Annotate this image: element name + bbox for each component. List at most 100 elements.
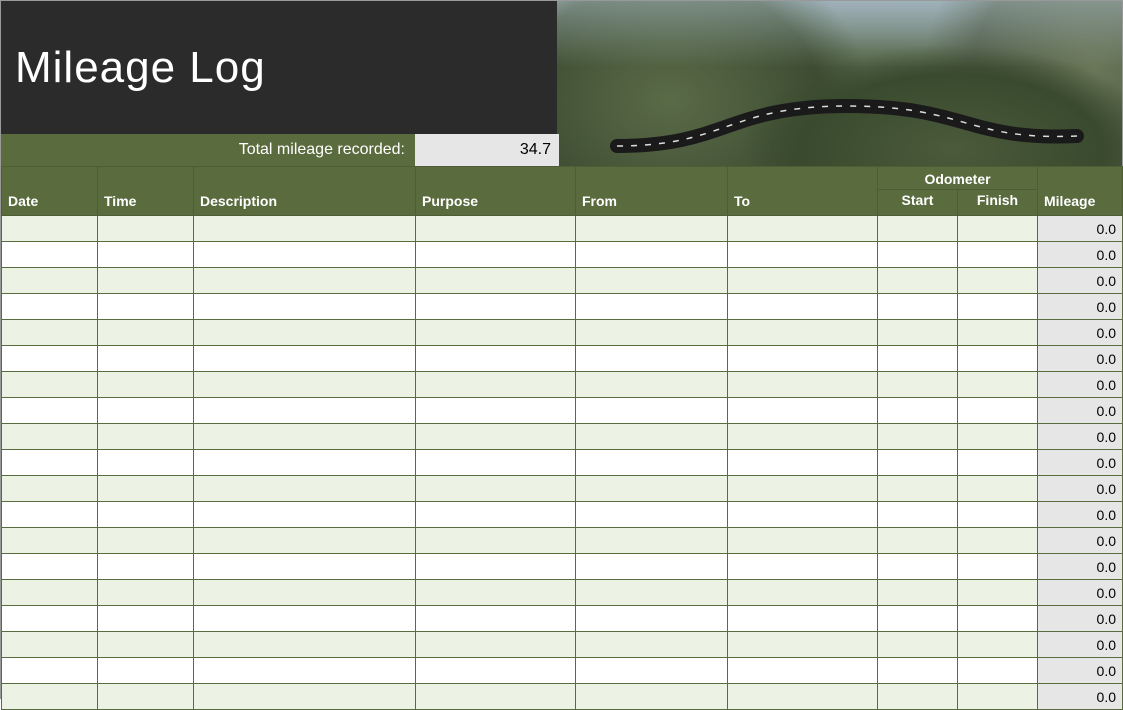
cell-purpose[interactable] (416, 268, 576, 294)
cell-date[interactable] (2, 554, 98, 580)
cell-date[interactable] (2, 502, 98, 528)
cell-start[interactable] (878, 268, 958, 294)
cell-to[interactable] (728, 424, 878, 450)
cell-purpose[interactable] (416, 294, 576, 320)
cell-start[interactable] (878, 502, 958, 528)
cell-to[interactable] (728, 294, 878, 320)
cell-finish[interactable] (958, 684, 1038, 710)
cell-start[interactable] (878, 320, 958, 346)
cell-to[interactable] (728, 528, 878, 554)
cell-to[interactable] (728, 320, 878, 346)
cell-time[interactable] (98, 450, 194, 476)
cell-start[interactable] (878, 580, 958, 606)
cell-purpose[interactable] (416, 580, 576, 606)
cell-description[interactable] (194, 294, 416, 320)
cell-purpose[interactable] (416, 632, 576, 658)
cell-description[interactable] (194, 502, 416, 528)
cell-from[interactable] (576, 658, 728, 684)
cell-start[interactable] (878, 294, 958, 320)
cell-from[interactable] (576, 346, 728, 372)
cell-start[interactable] (878, 684, 958, 710)
cell-purpose[interactable] (416, 684, 576, 710)
cell-from[interactable] (576, 294, 728, 320)
cell-description[interactable] (194, 424, 416, 450)
cell-date[interactable] (2, 684, 98, 710)
cell-finish[interactable] (958, 502, 1038, 528)
cell-from[interactable] (576, 502, 728, 528)
cell-to[interactable] (728, 450, 878, 476)
cell-finish[interactable] (958, 606, 1038, 632)
col-mileage[interactable]: Mileage (1038, 167, 1123, 216)
cell-time[interactable] (98, 580, 194, 606)
col-start[interactable]: Start (878, 190, 958, 216)
cell-description[interactable] (194, 242, 416, 268)
cell-description[interactable] (194, 320, 416, 346)
cell-date[interactable] (2, 268, 98, 294)
col-to[interactable]: To (728, 167, 878, 216)
cell-to[interactable] (728, 398, 878, 424)
cell-purpose[interactable] (416, 372, 576, 398)
cell-date[interactable] (2, 450, 98, 476)
cell-from[interactable] (576, 528, 728, 554)
col-from[interactable]: From (576, 167, 728, 216)
cell-from[interactable] (576, 398, 728, 424)
cell-to[interactable] (728, 684, 878, 710)
cell-finish[interactable] (958, 398, 1038, 424)
cell-time[interactable] (98, 424, 194, 450)
cell-from[interactable] (576, 320, 728, 346)
cell-date[interactable] (2, 372, 98, 398)
cell-date[interactable] (2, 320, 98, 346)
cell-time[interactable] (98, 398, 194, 424)
cell-description[interactable] (194, 216, 416, 242)
cell-from[interactable] (576, 684, 728, 710)
cell-purpose[interactable] (416, 424, 576, 450)
cell-finish[interactable] (958, 658, 1038, 684)
col-description[interactable]: Description (194, 167, 416, 216)
cell-to[interactable] (728, 658, 878, 684)
cell-description[interactable] (194, 346, 416, 372)
cell-start[interactable] (878, 554, 958, 580)
cell-time[interactable] (98, 242, 194, 268)
cell-finish[interactable] (958, 216, 1038, 242)
cell-from[interactable] (576, 372, 728, 398)
cell-to[interactable] (728, 632, 878, 658)
cell-to[interactable] (728, 372, 878, 398)
cell-time[interactable] (98, 606, 194, 632)
cell-start[interactable] (878, 216, 958, 242)
cell-to[interactable] (728, 242, 878, 268)
cell-purpose[interactable] (416, 216, 576, 242)
cell-start[interactable] (878, 242, 958, 268)
cell-finish[interactable] (958, 320, 1038, 346)
cell-to[interactable] (728, 216, 878, 242)
cell-date[interactable] (2, 580, 98, 606)
cell-to[interactable] (728, 580, 878, 606)
cell-finish[interactable] (958, 294, 1038, 320)
cell-finish[interactable] (958, 580, 1038, 606)
cell-finish[interactable] (958, 424, 1038, 450)
cell-description[interactable] (194, 528, 416, 554)
cell-start[interactable] (878, 450, 958, 476)
cell-description[interactable] (194, 632, 416, 658)
cell-purpose[interactable] (416, 528, 576, 554)
cell-start[interactable] (878, 372, 958, 398)
col-purpose[interactable]: Purpose (416, 167, 576, 216)
cell-finish[interactable] (958, 242, 1038, 268)
cell-from[interactable] (576, 606, 728, 632)
cell-time[interactable] (98, 632, 194, 658)
cell-description[interactable] (194, 606, 416, 632)
cell-date[interactable] (2, 424, 98, 450)
cell-purpose[interactable] (416, 502, 576, 528)
cell-time[interactable] (98, 320, 194, 346)
cell-description[interactable] (194, 372, 416, 398)
cell-finish[interactable] (958, 632, 1038, 658)
cell-description[interactable] (194, 580, 416, 606)
cell-date[interactable] (2, 606, 98, 632)
cell-start[interactable] (878, 632, 958, 658)
cell-date[interactable] (2, 346, 98, 372)
cell-to[interactable] (728, 554, 878, 580)
cell-start[interactable] (878, 398, 958, 424)
cell-finish[interactable] (958, 372, 1038, 398)
cell-purpose[interactable] (416, 346, 576, 372)
col-date[interactable]: Date (2, 167, 98, 216)
cell-to[interactable] (728, 346, 878, 372)
